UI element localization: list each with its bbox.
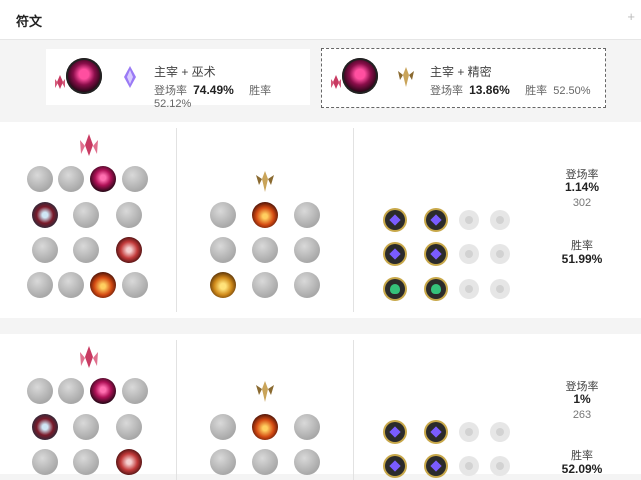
rune-option-icon[interactable] <box>116 202 142 228</box>
rune-option-icon[interactable] <box>122 166 148 192</box>
win-rate-label: 胜率 <box>249 85 272 97</box>
section-title: 符文 <box>16 14 43 29</box>
rune-combo-card-1[interactable]: 主宰 + 巫术 登场率 74.49% 胜率 52.12% <box>46 49 310 110</box>
shard-option-icon[interactable] <box>459 422 479 442</box>
adaptive-force-shard-icon[interactable] <box>426 456 446 476</box>
rune-option-icon[interactable] <box>252 272 278 298</box>
runes-header: 符文 + <box>0 0 641 40</box>
adaptive-force-shard-icon[interactable] <box>385 456 405 476</box>
rune-option-icon[interactable] <box>27 166 53 192</box>
rune-option-icon[interactable] <box>252 449 278 475</box>
win-rate-label: 胜率 <box>571 240 593 252</box>
precision-tree-icon <box>256 381 274 402</box>
pick-rate-value: 1.14% <box>564 180 600 194</box>
ultimate-hunter-icon[interactable] <box>90 272 116 298</box>
rune-build-1: 登场率 1.14% 302 胜率 51.99% <box>0 122 641 318</box>
rune-option-icon[interactable] <box>252 237 278 263</box>
rune-option-icon[interactable] <box>294 272 320 298</box>
shard-option-icon[interactable] <box>490 279 510 299</box>
electrocute-keystone-icon <box>66 58 102 94</box>
shard-option-icon[interactable] <box>459 456 479 476</box>
pick-rate-value: 74.49% <box>193 83 234 97</box>
adaptive-force-shard-icon[interactable] <box>385 244 405 264</box>
rune-option-icon[interactable] <box>27 272 53 298</box>
pick-rate-label: 登场率 <box>430 85 463 97</box>
divider <box>353 128 354 312</box>
win-rate-value: 51.99% <box>561 252 603 266</box>
combo-name: 主宰 + 精密 <box>430 65 492 79</box>
rune-option-icon[interactable] <box>27 378 53 404</box>
divider <box>176 128 177 312</box>
shard-option-icon[interactable] <box>490 244 510 264</box>
win-rate-label: 胜率 <box>525 85 548 97</box>
rune-option-icon[interactable] <box>58 272 84 298</box>
divider <box>176 340 177 480</box>
rune-summary: 主宰 + 巫术 登场率 74.49% 胜率 52.12% 主宰 + 精密 登场率… <box>0 40 641 118</box>
adaptive-force-shard-icon[interactable] <box>426 244 446 264</box>
rune-option-icon[interactable] <box>58 166 84 192</box>
expand-plus-icon[interactable]: + <box>627 9 635 24</box>
rune-option-icon[interactable] <box>294 202 320 228</box>
rune-option-icon[interactable] <box>210 449 236 475</box>
rune-option-icon[interactable] <box>210 237 236 263</box>
combo-stats: 登场率 13.86% 胜率 52.50% <box>430 82 591 98</box>
rune-option-icon[interactable] <box>122 378 148 404</box>
pick-rate-value: 1% <box>573 392 591 406</box>
adaptive-force-shard-icon[interactable] <box>385 210 405 230</box>
rune-combo-card-2[interactable]: 主宰 + 精密 登场率 13.86% 胜率 52.50% <box>321 48 606 108</box>
shard-option-icon[interactable] <box>490 210 510 230</box>
win-rate-label: 胜率 <box>571 450 593 462</box>
electrocute-keystone-icon <box>342 58 378 94</box>
rune-option-icon[interactable] <box>210 414 236 440</box>
cheap-shot-icon[interactable] <box>32 202 58 228</box>
eyeball-collection-icon[interactable] <box>116 237 142 263</box>
win-rate-value: 52.12% <box>154 98 192 110</box>
domination-tree-icon <box>80 346 98 368</box>
adaptive-force-shard-icon[interactable] <box>426 210 446 230</box>
eyeball-collection-icon[interactable] <box>116 449 142 475</box>
adaptive-force-shard-icon[interactable] <box>426 422 446 442</box>
rune-build-2: 登场率 1% 263 胜率 52.09% <box>0 334 641 480</box>
health-shard-icon[interactable] <box>385 279 405 299</box>
pick-rate-label: 登场率 <box>154 85 187 97</box>
rune-option-icon[interactable] <box>73 237 99 263</box>
shard-option-icon[interactable] <box>459 210 479 230</box>
rune-option-icon[interactable] <box>73 414 99 440</box>
rune-option-icon[interactable] <box>294 414 320 440</box>
domination-tree-icon <box>80 134 98 156</box>
electrocute-icon[interactable] <box>90 378 116 404</box>
rune-option-icon[interactable] <box>73 202 99 228</box>
pick-rate-value: 13.86% <box>469 83 510 97</box>
rune-option-icon[interactable] <box>73 449 99 475</box>
health-shard-icon[interactable] <box>426 279 446 299</box>
triumph-icon[interactable] <box>252 202 278 228</box>
rune-option-icon[interactable] <box>122 272 148 298</box>
rune-option-icon[interactable] <box>294 449 320 475</box>
rune-option-icon[interactable] <box>294 237 320 263</box>
cheap-shot-icon[interactable] <box>32 414 58 440</box>
precision-icon <box>398 67 414 87</box>
rune-option-icon[interactable] <box>210 202 236 228</box>
adaptive-force-shard-icon[interactable] <box>385 422 405 442</box>
shard-option-icon[interactable] <box>459 244 479 264</box>
rune-option-icon[interactable] <box>58 378 84 404</box>
games-count: 302 <box>572 197 592 209</box>
sorcery-icon <box>124 66 136 88</box>
rune-option-icon[interactable] <box>116 414 142 440</box>
shard-option-icon[interactable] <box>490 422 510 442</box>
triumph-icon[interactable] <box>252 414 278 440</box>
games-count: 263 <box>572 409 592 421</box>
rune-option-icon[interactable] <box>32 449 58 475</box>
electrocute-icon[interactable] <box>90 166 116 192</box>
coup-de-grace-icon[interactable] <box>210 272 236 298</box>
combo-name: 主宰 + 巫术 <box>154 65 216 79</box>
divider <box>353 340 354 480</box>
win-rate-value: 52.50% <box>553 85 591 97</box>
shard-option-icon[interactable] <box>490 456 510 476</box>
shard-option-icon[interactable] <box>459 279 479 299</box>
precision-tree-icon <box>256 171 274 192</box>
combo-stats: 登场率 74.49% 胜率 52.12% <box>154 82 310 110</box>
rune-option-icon[interactable] <box>32 237 58 263</box>
